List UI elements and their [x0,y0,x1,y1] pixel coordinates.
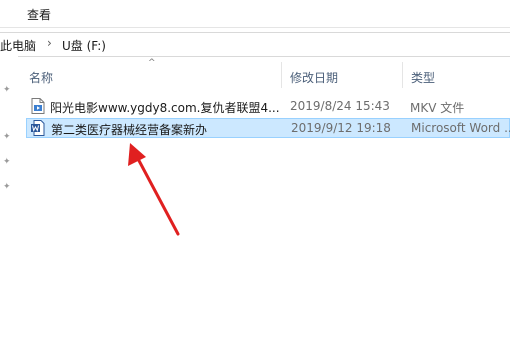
pin-icon[interactable]: ✦ [3,86,12,95]
ribbon-bar: 查看 [0,0,510,28]
file-name: 阳光电影www.ygdy8.com.复仇者联盟4... [50,101,280,115]
tab-view[interactable]: 查看 [27,6,51,23]
column-header-name[interactable]: 名称 [21,66,281,86]
pin-icon[interactable]: ✦ [3,158,12,167]
breadcrumb-drive[interactable]: U盘 (F:) [62,37,106,54]
pin-icon[interactable]: ✦ [3,183,12,192]
breadcrumb-this-pc[interactable]: 此电脑 [0,37,36,54]
file-name: 第二类医疗器械经营备案新办 [51,123,208,137]
pin-icon[interactable]: ✦ [3,133,12,142]
file-type: Microsoft Word ... [411,121,510,135]
column-header-date[interactable]: 修改日期 [282,66,400,86]
file-date: 2019/9/12 19:18 [291,121,391,135]
file-row-selected[interactable]: 第二类医疗器械经营备案新办 2019/9/12 19:18 Microsoft … [26,118,510,138]
file-type: MKV 文件 [410,101,465,115]
video-file-icon [31,98,45,114]
file-date: 2019/8/24 15:43 [290,99,390,113]
chevron-right-icon: › [47,36,52,50]
column-header-type[interactable]: 类型 [403,66,510,86]
navigation-pane: ✦ ✦ ✦ ✦ [0,56,18,340]
address-bar[interactable]: 此电脑 › U盘 (F:) [0,32,510,57]
file-row[interactable]: 阳光电影www.ygdy8.com.复仇者联盟4... 2019/8/24 15… [26,96,510,116]
word-document-icon [31,120,45,136]
